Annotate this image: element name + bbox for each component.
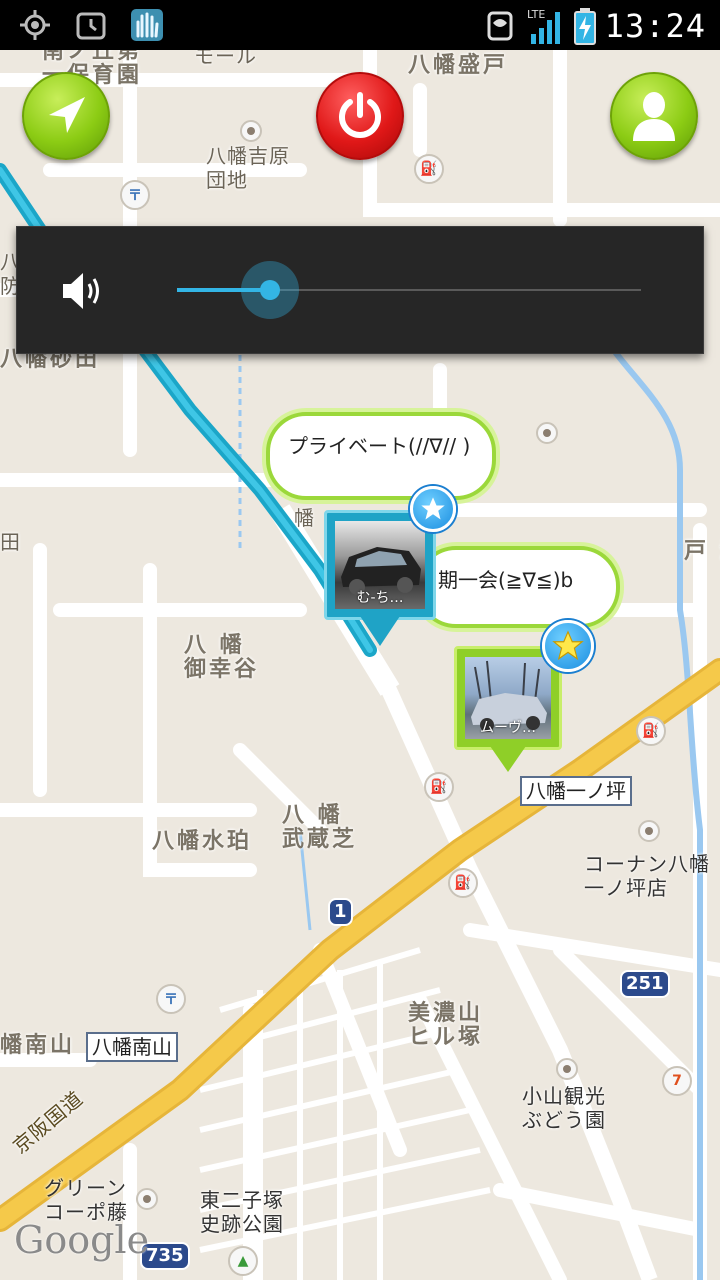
- volume-slider-thumb[interactable]: [240, 261, 299, 319]
- label-green: グリーン コーポ藤: [44, 1176, 128, 1224]
- post-balloon[interactable]: プライベート(//∇// ): [266, 412, 496, 500]
- poi-icon[interactable]: [240, 120, 262, 142]
- system-icons: LTE 13:24: [483, 6, 706, 46]
- status-bar: LTE 13:24: [0, 0, 720, 50]
- signal-icon: LTE: [527, 8, 560, 44]
- label-mall: モール: [194, 50, 257, 68]
- park-icon[interactable]: ▲: [228, 1246, 258, 1276]
- gas-station-icon[interactable]: ⛽: [414, 154, 444, 184]
- label-minamiyama-area: 幡南山: [0, 1033, 76, 1058]
- route-1-badge: 1: [328, 898, 353, 926]
- poi-icon[interactable]: [136, 1188, 158, 1210]
- post-pin[interactable]: ムーヴ…: [454, 646, 562, 772]
- gas-station-icon[interactable]: ⛽: [448, 868, 478, 898]
- power-icon: [339, 92, 381, 138]
- poi-icon[interactable]: [536, 422, 558, 444]
- network-type-label: LTE: [527, 8, 545, 21]
- google-logo: Google: [14, 1218, 150, 1262]
- navigate-button[interactable]: [22, 72, 110, 160]
- clock: 13:24: [604, 7, 706, 45]
- label-seido: 八幡盛戸: [408, 53, 509, 78]
- car-photo: む-ち…: [335, 521, 425, 609]
- post-balloon[interactable]: 期一会(≧∇≦)b: [416, 546, 620, 628]
- convenience-store-icon[interactable]: 7: [662, 1066, 692, 1096]
- gas-station-icon[interactable]: ⛽: [424, 772, 454, 802]
- gps-icon: [20, 10, 50, 40]
- label-koyama: 小山観光 ぶどう園: [522, 1084, 606, 1132]
- post-caption: ムーヴ…: [480, 720, 536, 736]
- label-to: 戸 津: [684, 539, 720, 564]
- app-hand-icon: [131, 9, 163, 41]
- alarm-icon: [76, 12, 106, 40]
- label-minoyama: 美濃山 ヒル塚: [408, 1001, 484, 1050]
- label-hachiman-small: 幡: [294, 506, 315, 530]
- poi-icon[interactable]: [638, 820, 660, 842]
- label-higashi: 東二子塚 史跡公園: [200, 1188, 284, 1236]
- notification-icons: [18, 8, 164, 42]
- label-konan: コーナン八幡 一ノ坪店: [584, 852, 710, 900]
- favorite-star-icon[interactable]: [410, 486, 456, 532]
- volume-slider[interactable]: [177, 261, 641, 319]
- battery-charging-icon: [573, 8, 596, 45]
- station-ichinotsubo[interactable]: 八幡一ノ坪: [520, 776, 632, 806]
- post-caption: む-ち…: [356, 590, 404, 606]
- label-suihaku: 八幡水珀: [152, 829, 253, 854]
- post-office-icon[interactable]: 〒: [156, 984, 186, 1014]
- car-photo: ムーヴ…: [465, 657, 551, 739]
- speaker-icon: [63, 273, 99, 309]
- vibrate-icon: [487, 11, 513, 41]
- profile-button[interactable]: [610, 72, 698, 160]
- poi-icon[interactable]: [556, 1058, 578, 1080]
- route-251-badge: 251: [620, 970, 670, 998]
- post-office-icon[interactable]: 〒: [120, 180, 150, 210]
- label-ta: 田: [0, 530, 21, 554]
- volume-panel: [16, 226, 704, 354]
- label-yoshiwara: 八幡吉原 団地: [206, 144, 290, 192]
- favorite-star-icon[interactable]: [542, 620, 594, 672]
- person-icon: [633, 92, 675, 141]
- gas-station-icon[interactable]: ⛽: [636, 716, 666, 746]
- station-minamiyama[interactable]: 八幡南山: [86, 1032, 178, 1062]
- label-miyukidani: 八 幡 御幸谷: [184, 633, 260, 682]
- navigation-arrow-icon: [49, 97, 85, 133]
- label-musashi: 八 幡 武蔵芝: [282, 803, 358, 852]
- power-button[interactable]: [316, 72, 404, 160]
